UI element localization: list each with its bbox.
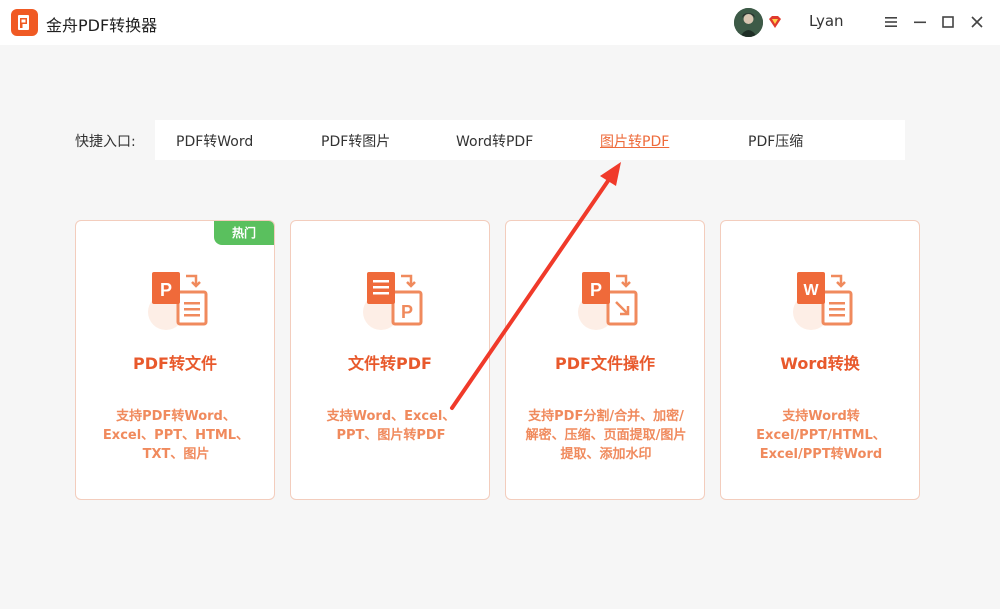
pdf-to-file-icon: P [142, 266, 212, 336]
quick-link-pdf-to-image[interactable]: PDF转图片 [321, 131, 390, 151]
svg-text:P: P [401, 302, 413, 322]
quick-entry-label: 快捷入口: [75, 134, 136, 150]
card-word-convert[interactable]: W Word转换 支持Word转Excel/PPT/HTML、Excel/PPT… [720, 220, 920, 500]
maximize-icon[interactable] [937, 11, 959, 33]
svg-text:W: W [803, 282, 819, 299]
card-title: 文件转PDF [348, 354, 432, 373]
hot-badge: 热门 [214, 221, 274, 245]
menu-icon[interactable] [880, 11, 902, 33]
app-logo-icon [11, 9, 38, 36]
card-file-to-pdf[interactable]: P 文件转PDF 支持Word、Excel、PPT、图片转PDF [290, 220, 490, 500]
quick-entry-bar: PDF转Word PDF转图片 Word转PDF 图片转PDF PDF压缩 [155, 120, 905, 160]
card-description: 支持PDF转Word、Excel、PPT、HTML、TXT、图片 [102, 409, 250, 462]
user-avatar[interactable] [734, 8, 763, 37]
card-description: 支持Word、Excel、PPT、图片转PDF [326, 409, 456, 443]
svg-text:P: P [160, 280, 172, 300]
card-title: PDF转文件 [133, 354, 217, 373]
app-title: 金舟PDF转换器 [46, 16, 158, 35]
title-bar: 金舟PDF转换器 Lyan [0, 0, 1000, 45]
minimize-icon[interactable] [909, 11, 931, 33]
quick-link-pdf-to-word[interactable]: PDF转Word [176, 131, 253, 151]
pdf-operations-icon: P [572, 266, 642, 336]
card-title: Word转换 [780, 354, 860, 373]
quick-link-word-to-pdf[interactable]: Word转PDF [456, 131, 533, 151]
card-pdf-operations[interactable]: P PDF文件操作 支持PDF分割/合并、加密/解密、压缩、页面提取/图片提取、… [505, 220, 705, 500]
file-to-pdf-icon: P [357, 266, 427, 336]
card-title: PDF文件操作 [555, 354, 655, 373]
svg-text:P: P [590, 280, 602, 300]
card-pdf-to-file[interactable]: 热门 P PDF转文件 支持PDF转Word、Excel、PPT、HTML、TX… [75, 220, 275, 500]
vip-diamond-icon[interactable] [767, 14, 783, 30]
card-description: 支持Word转Excel/PPT/HTML、Excel/PPT转Word [756, 409, 886, 462]
word-convert-icon: W [787, 266, 857, 336]
quick-link-image-to-pdf[interactable]: 图片转PDF [600, 131, 669, 151]
quick-link-pdf-compress[interactable]: PDF压缩 [748, 131, 803, 151]
card-description: 支持PDF分割/合并、加密/解密、压缩、页面提取/图片提取、添加水印 [525, 409, 687, 462]
close-icon[interactable] [966, 11, 988, 33]
username[interactable]: Lyan [809, 12, 844, 30]
